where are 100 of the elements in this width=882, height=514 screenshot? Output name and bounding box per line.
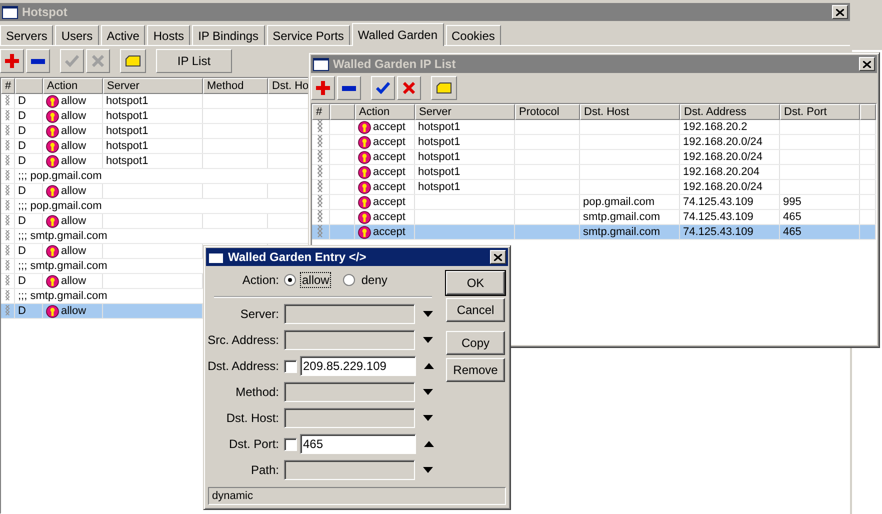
table-cell: hotspot1 (418, 121, 460, 133)
check-icon (376, 82, 390, 94)
table-cell: hotspot1 (418, 136, 460, 148)
dropdown-field[interactable] (284, 460, 415, 480)
field-label: Method: (234, 384, 279, 401)
column-header[interactable]: Method (203, 78, 268, 94)
tab[interactable]: Cookies (446, 25, 501, 45)
radio-button[interactable] (284, 274, 296, 286)
table-cell: allow (61, 215, 86, 227)
radio-label[interactable]: deny (359, 272, 390, 288)
table-cell: allow (61, 140, 86, 152)
column-header[interactable] (15, 78, 43, 94)
close-button[interactable] (832, 5, 848, 19)
ip-list-button[interactable]: IP List (156, 49, 232, 73)
table-cell: hotspot1 (106, 140, 148, 152)
table-cell: D (18, 140, 26, 152)
table-cell: hotspot1 (106, 110, 148, 122)
column-header[interactable]: Dst. Host (580, 104, 680, 120)
add-button[interactable] (0, 49, 24, 73)
dialog-button[interactable]: Copy (446, 331, 505, 355)
table-cell: allow (61, 245, 86, 257)
tab[interactable]: IP Bindings (192, 25, 265, 45)
tab[interactable]: Walled Garden (352, 23, 444, 46)
keyhole-icon (46, 214, 59, 228)
dropdown-field[interactable] (284, 408, 415, 428)
down-triangle-icon[interactable] (423, 311, 433, 317)
dialog-button[interactable]: Remove (446, 358, 505, 382)
window-icon (2, 6, 18, 18)
table-cell: hotspot1 (106, 125, 148, 137)
table-cell: 465 (783, 211, 802, 223)
table-cell: 192.168.20.0/24 (683, 151, 763, 163)
remove-button[interactable] (337, 76, 361, 100)
keyhole-icon (46, 274, 59, 288)
table-cell: D (18, 155, 26, 167)
disable-button[interactable] (397, 76, 421, 100)
tab[interactable]: Hosts (147, 25, 190, 45)
table-cell: accept (373, 196, 406, 208)
table-cell: 74.125.43.109 (683, 226, 754, 238)
column-header[interactable]: Server (415, 104, 515, 120)
column-header[interactable]: Dst. Address (680, 104, 780, 120)
table-cell: hotspot1 (106, 155, 148, 167)
column-header[interactable]: Protocol (515, 104, 580, 120)
up-triangle-icon[interactable] (424, 363, 434, 369)
dropdown-field[interactable] (284, 304, 415, 324)
radio-label[interactable]: allow (300, 272, 332, 288)
table-cell: 192.168.20.2 (683, 121, 748, 133)
tab[interactable]: Service Ports (266, 25, 350, 45)
keyhole-icon (46, 94, 59, 108)
window-title: Hotspot (22, 5, 68, 19)
plus-icon (5, 54, 19, 68)
field-label: Action: (241, 272, 279, 289)
table-cell: 995 (783, 196, 802, 208)
check-icon (65, 55, 79, 67)
remove-button[interactable] (26, 49, 50, 73)
keyhole-icon (358, 120, 371, 134)
dialog-button[interactable]: OK (446, 271, 505, 295)
table-cell: allow (61, 95, 86, 107)
field-label: Dst. Address: (206, 358, 279, 375)
dialog-button[interactable]: Cancel (446, 298, 505, 322)
checkbox[interactable] (284, 438, 297, 450)
note-icon (125, 55, 141, 67)
keyhole-icon (358, 210, 371, 224)
up-triangle-icon[interactable] (424, 441, 434, 447)
radio-button[interactable] (343, 274, 356, 286)
keyhole-icon (46, 140, 59, 152)
column-header[interactable] (860, 104, 876, 120)
dropdown-field[interactable] (284, 330, 415, 350)
table-cell: D (18, 185, 26, 197)
input-field[interactable]: 465 (300, 434, 416, 454)
column-header[interactable]: # (312, 104, 330, 120)
tab[interactable]: Servers (0, 25, 54, 45)
down-triangle-icon[interactable] (423, 415, 433, 421)
comment-button[interactable] (431, 76, 457, 100)
column-header[interactable]: # (1, 78, 15, 94)
table-cell: hotspot1 (106, 95, 148, 107)
column-header[interactable]: Action (355, 104, 415, 120)
cross-icon (403, 82, 415, 94)
table-cell: accept (373, 136, 406, 148)
down-triangle-icon[interactable] (423, 389, 433, 395)
tab[interactable]: Active (100, 25, 146, 45)
keyhole-icon (358, 196, 371, 208)
column-header[interactable] (330, 104, 355, 120)
table-cell: 465 (783, 226, 802, 238)
table-cell: allow (61, 155, 86, 167)
comment-button[interactable] (120, 49, 146, 73)
enable-button[interactable] (371, 76, 395, 100)
column-header[interactable]: Action (43, 78, 103, 94)
column-header[interactable]: Dst. Port (780, 104, 860, 120)
column-header[interactable]: Server (103, 78, 203, 94)
tab[interactable]: Users (55, 25, 99, 45)
close-button[interactable] (490, 250, 506, 264)
input-field[interactable]: 209.85.229.109 (300, 356, 416, 376)
keyhole-icon (358, 136, 371, 148)
keyhole-icon (46, 110, 59, 122)
dropdown-field[interactable] (284, 382, 415, 402)
close-button[interactable] (859, 57, 875, 71)
down-triangle-icon[interactable] (423, 467, 433, 473)
add-button[interactable] (311, 76, 335, 100)
down-triangle-icon[interactable] (423, 337, 433, 343)
checkbox[interactable] (284, 360, 297, 372)
